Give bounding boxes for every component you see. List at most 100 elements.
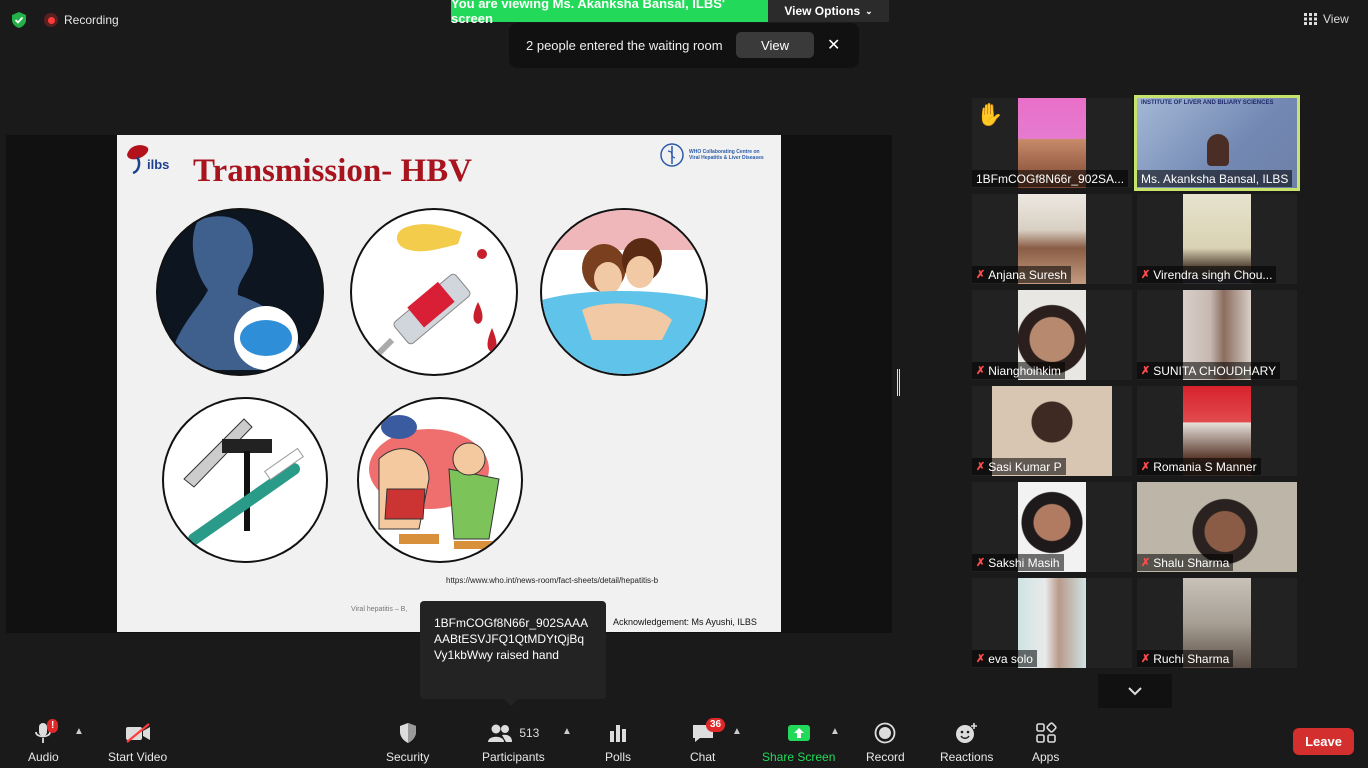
share-screen-icon [787,725,810,741]
presentation-slide: ilbs Transmission- HBV WHO Collaborating… [117,135,781,632]
participant-tile[interactable]: ✗ Virendra singh Chou... [1137,194,1297,284]
gallery-next-page-button[interactable] [1098,674,1172,708]
participant-name: ✗ Romania S Manner [1137,458,1261,475]
participant-name: ✗ Ruchi Sharma [1137,650,1234,667]
participant-tile[interactable]: ✗ Romania S Manner [1137,386,1297,476]
encryption-shield-icon[interactable] [10,11,28,29]
blood-syringe-icon [350,208,518,376]
leave-meeting-button[interactable]: Leave [1293,728,1354,755]
start-video-button[interactable]: Start Video [108,720,167,764]
meeting-toolbar [0,712,1368,768]
tattoo-icon [357,397,523,563]
polls-label: Polls [605,750,632,764]
reactions-button[interactable]: Reactions [940,720,993,764]
participant-name: ✗ eva solo [972,650,1037,667]
participant-name: ✗ Anjana Suresh [972,266,1071,283]
share-screen-button[interactable]: Share Screen [762,720,835,764]
share-screen-label: Share Screen [762,750,836,764]
reactions-label: Reactions [940,750,994,764]
participant-tile[interactable]: ✗ Nianghoihkim [972,290,1132,380]
record-button[interactable]: Record [866,720,905,764]
video-off-icon [125,723,150,743]
chevron-down-icon [1128,686,1142,695]
share-screen-options-caret-icon[interactable]: ▲ [830,726,840,737]
apps-label: Apps [1032,750,1060,764]
who-logo: WHO Collaborating Centre on Viral Hepati… [659,143,779,167]
participant-name: ✗ Sasi Kumar P [972,458,1066,475]
muted-mic-icon: ✗ [1141,365,1151,377]
participant-tile-active-speaker[interactable]: INSTITUTE OF LIVER AND BILIARY SCIENCES … [1134,95,1300,191]
slide-footer-text: Viral hepatitis – B, [351,606,408,613]
participant-count: 513 [519,726,540,740]
audio-warning-badge: ! [47,719,59,733]
polls-button[interactable]: Polls [605,720,631,764]
participant-name: ✗ Sakshi Masih [972,554,1064,571]
muted-mic-icon: ✗ [976,557,986,569]
participant-name: ✗ Shalu Sharma [1137,554,1234,571]
viewing-screen-banner: You are viewing Ms. Akanksha Bansal, ILB… [451,0,768,26]
view-layout-button[interactable]: View [1304,9,1349,29]
participant-tile[interactable]: ✋ 1BFmCOGf8N66r_902SA... [972,98,1132,188]
participants-icon [488,724,513,742]
muted-mic-icon: ✗ [1141,653,1151,665]
participant-tile[interactable]: ✗ Anjana Suresh [972,194,1132,284]
start-video-label: Start Video [108,750,168,764]
audio-options-caret-icon[interactable]: ▲ [74,726,84,737]
close-icon[interactable]: ✕ [827,35,840,55]
waiting-room-message: 2 people entered the waiting room [526,38,723,53]
muted-mic-icon: ✗ [1141,461,1151,473]
view-label: View [1323,12,1349,26]
waiting-room-view-button[interactable]: View [736,32,814,58]
participant-name: ✗ Nianghoihkim [972,362,1065,379]
recording-dot-icon [44,13,58,27]
security-shield-icon [399,723,416,743]
grid-view-icon [1304,13,1317,25]
muted-mic-icon: ✗ [976,269,986,281]
ilbs-logo-text: ilbs [147,157,170,172]
institute-banner-text: INSTITUTE OF LIVER AND BILIARY SCIENCES [1141,100,1274,106]
participants-options-caret-icon[interactable]: ▲ [562,726,572,737]
chat-options-caret-icon[interactable]: ▲ [732,726,742,737]
security-label: Security [386,750,430,764]
ilbs-logo: ilbs [123,141,175,177]
recording-label: Recording [64,13,119,27]
presenter-figure [1207,134,1229,166]
view-options-label: View Options [784,4,861,18]
slide-acknowledgement: Acknowledgement: Ms Ayushi, ILBS [613,617,757,627]
pregnancy-transmission-icon [156,208,324,376]
muted-mic-icon: ✗ [976,653,986,665]
waiting-room-notification: 2 people entered the waiting room View ✕ [509,23,859,68]
recording-indicator[interactable]: Recording [44,12,119,28]
participant-tile[interactable]: ✗ Ruchi Sharma [1137,578,1297,668]
participant-name: 1BFmCOGf8N66r_902SA... [972,170,1129,187]
participant-name: ✗ SUNITA CHOUDHARY [1137,362,1281,379]
slide-source-url: https://www.who.int/news-room/fact-sheet… [446,576,659,585]
muted-mic-icon: ✗ [976,461,986,473]
participants-button[interactable]: 513 Participants [482,720,545,764]
chevron-down-icon: ⌄ [865,5,873,16]
raised-hand-icon: ✋ [976,102,1004,127]
muted-mic-icon: ✗ [976,365,986,377]
participant-tile[interactable]: ✗ Shalu Sharma [1137,482,1297,572]
apps-button[interactable]: Apps [1032,720,1059,764]
shared-razor-toothbrush-icon [162,397,328,563]
participant-tile[interactable]: ✗ Sakshi Masih [972,482,1132,572]
participant-tile[interactable]: ✗ SUNITA CHOUDHARY [1137,290,1297,380]
record-label: Record [866,750,905,764]
polls-icon [610,725,626,742]
slide-title: Transmission- HBV [193,153,473,189]
view-options-button[interactable]: View Options ⌄ [768,0,889,22]
chat-label: Chat [690,750,716,764]
participant-tile[interactable]: ✗ Sasi Kumar P [972,386,1132,476]
participant-name: Ms. Akanksha Bansal, ILBS [1137,170,1293,187]
raised-hand-tooltip: 1BFmCOGf8N66r_902SAAAAABtESVJFQ1QtMDYtQj… [420,601,606,706]
who-logo-text: WHO Collaborating Centre on Viral Hepati… [689,148,764,162]
sexual-contact-icon [540,208,708,376]
audio-label: Audio [28,750,59,764]
who-emblem-icon [660,143,684,167]
participant-tile[interactable]: ✗ eva solo [972,578,1132,668]
muted-mic-icon: ✗ [1141,269,1151,281]
security-button[interactable]: Security [386,720,429,764]
muted-mic-icon: ✗ [1141,557,1151,569]
split-view-drag-handle[interactable] [897,369,900,396]
